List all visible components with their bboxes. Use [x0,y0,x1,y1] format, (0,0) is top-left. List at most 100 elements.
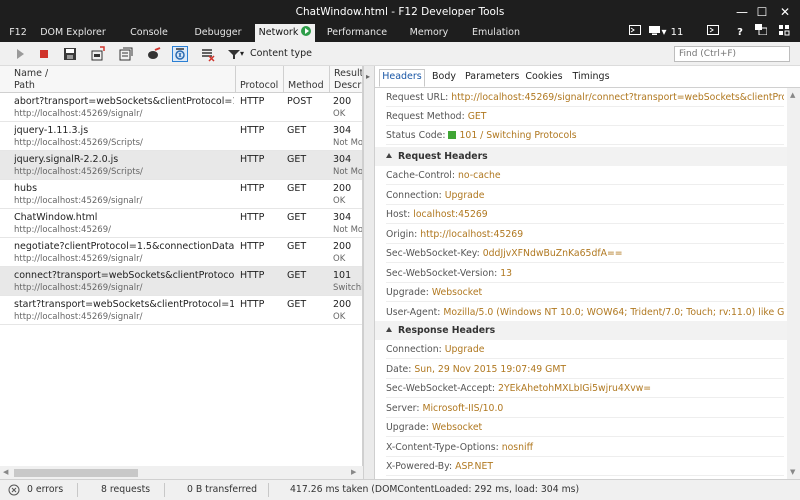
table-row[interactable]: connect?transport=webSockets&clientProto… [0,267,362,296]
request-method-cell: GET [287,270,329,282]
scroll-up-icon[interactable]: ▲ [790,91,795,99]
request-name-cell: jquery-1.11.3.js http://localhost:45269/S… [14,125,234,149]
request-description: OK [333,196,346,206]
stop-icon[interactable] [36,46,52,62]
tab-cookies[interactable]: Cookies [525,70,563,88]
table-row[interactable]: negotiate?clientProtocol=1.5&connectionD… [0,238,362,267]
tab-headers[interactable]: Headers [379,69,425,87]
tab-console[interactable]: Console [122,24,176,42]
request-headers-section[interactable]: Request Headers [375,147,787,166]
error-icon [8,484,20,499]
request-header-name: Sec-WebSocket-Key: [386,248,480,259]
header-method-label: Method [288,80,324,91]
request-protocol: HTTP [240,299,265,310]
tab-f12[interactable]: F12 [4,24,32,42]
request-name-cell: abort?transport=webSockets&clientProtoco… [14,96,234,120]
request-protocol: HTTP [240,154,265,165]
console-prompt-icon[interactable] [628,24,642,42]
chevron-down-icon[interactable]: ▾ [660,24,668,42]
maximize-button[interactable]: ☐ [752,3,772,21]
request-path: http://localhost:45269/Scripts/ [14,138,143,148]
request-path: http://localhost:45269/Scripts/ [14,167,143,177]
request-path: http://localhost:45269/signalr/ [14,283,143,293]
filter-icon[interactable] [228,46,240,62]
content-type-filter[interactable]: Content type [250,48,312,59]
request-header-row: Sec-WebSocket-Key: 0ddJjvXFNdwBuZnKa65df… [386,244,784,263]
request-description: Not Mo [333,225,362,235]
pin-icon[interactable] [776,24,792,42]
pane-splitter[interactable]: ▸ [363,66,375,479]
help-button[interactable]: ? [734,24,746,42]
request-method-cell: GET [287,212,329,224]
tab-memory[interactable]: Memory [405,24,453,42]
tab-debugger[interactable]: Debugger [188,24,248,42]
tab-emulation[interactable]: Emulation [468,24,524,42]
request-url-value[interactable]: http://localhost:45269/signalr/connect?t… [451,92,784,103]
request-method-cell: GET [287,125,329,137]
clear-entries-icon[interactable] [118,46,134,62]
request-result: 101 [333,270,352,281]
scroll-right-icon[interactable]: ▶ [351,468,356,476]
collapse-triangle-icon [386,153,392,158]
table-row[interactable]: start?transport=webSockets&clientProtoco… [0,296,362,325]
request-path: http://localhost:45269/signalr/ [14,312,143,322]
network-toolbar: ▾ Content type [0,42,800,66]
column-header-method[interactable]: Method [284,66,330,93]
request-url-row: Request URL: http://localhost:45269/sign… [386,88,784,107]
request-protocol-cell: HTTP [240,154,284,166]
request-method-key: Request Method: [386,111,465,122]
export-icon[interactable] [90,46,106,62]
response-header-name: Sec-WebSocket-Accept: [386,383,496,394]
table-row[interactable]: ChatWindow.html http://localhost:45269/HT… [0,209,362,238]
request-header-name: Origin: [386,228,418,240]
clear-cache-icon[interactable] [146,46,162,62]
column-header-protocol[interactable]: Protocol [236,66,284,93]
request-result: 304 [333,212,352,223]
play-icon [301,26,312,36]
find-input[interactable] [674,46,790,62]
request-result: 304 [333,154,352,165]
close-button[interactable]: ✕ [775,3,795,21]
chevron-down-icon[interactable]: ▾ [240,49,244,58]
request-name: jquery.signalR-2.2.0.js [14,154,119,165]
scroll-left-icon[interactable]: ◀ [3,468,8,476]
undock-icon[interactable] [754,24,768,42]
request-name: jquery-1.11.3.js [14,125,89,136]
console-toggle-icon[interactable] [706,24,720,42]
response-header-row: Server: Microsoft-IIS/10.0 [386,399,784,418]
scroll-down-icon[interactable]: ▼ [790,468,795,476]
horizontal-scroll-thumb[interactable] [14,469,138,477]
request-name: hubs [14,183,38,194]
error-count[interactable]: 0 errors [27,484,63,495]
vertical-scrollbar[interactable]: ▲ ▼ [787,88,800,479]
column-header-name[interactable]: Name / Path [0,66,236,93]
response-header-value: Websocket [431,422,483,433]
response-header-value: nosniff [501,441,533,453]
minimize-button[interactable]: — [732,3,752,21]
always-refresh-icon[interactable] [172,46,188,62]
tab-parameters[interactable]: Parameters [465,70,519,88]
monitor-icon[interactable] [648,24,660,42]
collapse-pane-icon[interactable]: ▸ [366,72,370,81]
table-row[interactable]: abort?transport=webSockets&clientProtoco… [0,93,362,122]
request-method: GET [287,125,307,136]
tab-timings[interactable]: Timings [571,70,611,88]
save-icon[interactable] [62,46,78,62]
column-header-result[interactable]: Result / Descrip [330,66,362,93]
table-row[interactable]: jquery-1.11.3.js http://localhost:45269/S… [0,122,362,151]
tab-performance[interactable]: Performance [324,24,390,42]
table-row[interactable]: hubs http://localhost:45269/signalr/HTTP G… [0,180,362,209]
request-header-value: 0ddJjvXFNdwBuZnKa65dfA== [482,248,623,259]
tab-body[interactable]: Body [429,70,459,88]
response-header-name: X-Content-Type-Options: [386,441,499,453]
request-protocol-cell: HTTP [240,212,284,224]
request-header-row: Sec-WebSocket-Version: 13 [386,264,784,283]
tab-dom-explorer[interactable]: DOM Explorer [38,24,108,42]
play-icon[interactable] [12,46,28,62]
table-row[interactable]: jquery.signalR-2.2.0.js http://localhost:… [0,151,362,180]
request-name-cell: negotiate?clientProtocol=1.5&connectionD… [14,241,234,265]
tab-network[interactable]: Network [255,24,315,42]
response-headers-section[interactable]: Response Headers [375,321,787,340]
request-method: GET [287,183,307,194]
clear-session-icon[interactable] [200,46,216,62]
